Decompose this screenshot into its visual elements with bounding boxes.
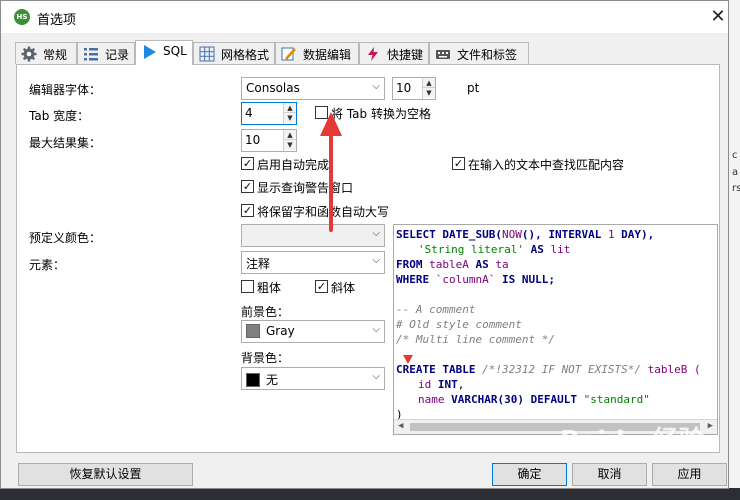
editor-font-value: Consolas: [246, 81, 300, 95]
preview-line: 'String literal' AS lit: [418, 243, 571, 256]
ok-button[interactable]: 确定: [492, 463, 567, 486]
chevron-down-icon: ⌵: [372, 81, 380, 92]
tab-grid-formatting-label: 网格格式: [221, 48, 270, 62]
chevron-down-icon: ⌵: [372, 228, 380, 239]
spin-up-icon[interactable]: ▲: [423, 78, 435, 88]
tab-data-editing[interactable]: 数据编辑: [275, 42, 359, 64]
apply-button[interactable]: 应用: [652, 463, 727, 486]
grid-icon: [199, 46, 215, 62]
tabs-to-spaces-label: 将 Tab 转换为空格: [331, 107, 431, 121]
preview-line: FROM tableA AS ta: [396, 258, 509, 271]
background-value: 无: [266, 373, 279, 387]
background-label: 背景色：: [241, 351, 290, 365]
preview-line: CREATE TABLE /*!32312 IF NOT EXISTS*/ ta…: [396, 363, 701, 376]
preferences-dialog: HS 首选项 ✕ 常规 记录 SQL 网格格式 数据编辑 快捷键 文件和标签 编…: [0, 0, 729, 489]
keyboard-icon: [436, 50, 450, 59]
list-icon: [84, 48, 98, 61]
gear-icon: [21, 46, 37, 62]
tab-sql[interactable]: SQL: [135, 40, 193, 65]
cancel-button[interactable]: 取消: [572, 463, 647, 486]
background-swatch: [246, 373, 260, 387]
predefined-colors-select[interactable]: ⌵: [241, 224, 385, 247]
scroll-left-icon[interactable]: ◀: [398, 421, 403, 431]
editor-font-label: 编辑器字体：: [29, 83, 102, 97]
background-window-strip: c a rs: [728, 0, 740, 500]
element-label: 元素：: [29, 258, 66, 272]
checkbox-box[interactable]: ✓: [241, 157, 254, 170]
tab-general-label: 常规: [43, 48, 68, 62]
predefined-colors-label: 预定义颜色：: [29, 231, 102, 245]
preview-line: name VARCHAR(30) DEFAULT "standard": [418, 393, 650, 406]
preview-line: # Old style comment: [396, 318, 522, 331]
font-size-stepper[interactable]: 10 ▲ ▼: [392, 77, 436, 100]
chevron-down-icon: ⌵: [372, 255, 380, 266]
font-size-value: 10: [396, 81, 412, 95]
spin-down-icon[interactable]: ▼: [284, 113, 296, 123]
tab-data-editing-label: 数据编辑: [303, 48, 352, 62]
foreground-swatch: [246, 324, 260, 338]
tab-logging[interactable]: 记录: [77, 42, 135, 64]
max-results-value: 10: [245, 133, 261, 147]
query-warning-label: 显示查询警告窗口: [257, 181, 354, 195]
tab-width-label: Tab 宽度：: [29, 109, 90, 123]
editor-font-select[interactable]: Consolas ⌵: [241, 77, 385, 100]
checkbox-box[interactable]: [315, 106, 328, 119]
background-color-select[interactable]: 无 ⌵: [241, 367, 385, 390]
foreground-label: 前景色：: [241, 305, 290, 319]
tab-shortcuts[interactable]: 快捷键: [359, 42, 429, 64]
close-button[interactable]: ✕: [707, 6, 729, 28]
preview-line: SELECT DATE_SUB(NOW(), INTERVAL 1 DAY),: [396, 228, 655, 241]
spin-down-icon[interactable]: ▼: [423, 88, 435, 98]
restore-defaults-button[interactable]: 恢复默认设置: [18, 463, 193, 486]
heidisql-app-icon: HS: [14, 9, 30, 25]
bold-label: 粗体: [257, 281, 282, 295]
foreground-color-select[interactable]: Gray ⌵: [241, 320, 385, 343]
tab-width-stepper[interactable]: 4 ▲ ▼: [241, 102, 297, 125]
preview-line: WHERE `columnA` IS NULL;: [396, 273, 555, 286]
edit-icon: [281, 47, 296, 61]
title-bar[interactable]: HS 首选项 ✕: [1, 1, 728, 33]
baidu-watermark: Baidu 经验: [560, 426, 705, 456]
font-size-unit: pt: [467, 81, 480, 95]
tab-width-value: 4: [245, 106, 253, 120]
sql-preview[interactable]: SELECT DATE_SUB(NOW(), INTERVAL 1 DAY), …: [393, 224, 718, 435]
tab-sql-label: SQL: [163, 44, 187, 58]
max-results-stepper[interactable]: 10 ▲ ▼: [241, 129, 297, 152]
background-desktop-strip: [0, 488, 740, 500]
preview-line: /* Multi line comment */: [396, 333, 555, 346]
scroll-right-icon[interactable]: ▶: [708, 421, 713, 431]
tab-grid-formatting[interactable]: 网格格式: [193, 42, 275, 64]
autocomplete-label: 启用自动完成: [257, 158, 330, 172]
uppercase-label: 将保留字和函数自动大写: [257, 205, 390, 219]
tab-files-and-tabs[interactable]: 文件和标签: [429, 42, 529, 64]
checkbox-box[interactable]: [241, 280, 254, 293]
foreground-value: Gray: [266, 324, 295, 338]
max-results-label: 最大结果集：: [29, 136, 102, 150]
preview-line: -- A comment: [396, 303, 476, 316]
find-matching-label: 在输入的文本中查找匹配内容: [468, 158, 625, 172]
lightning-icon: [368, 47, 378, 61]
tab-logging-label: 记录: [105, 48, 130, 62]
window-title: 首选项: [37, 13, 77, 28]
spin-down-icon[interactable]: ▼: [284, 140, 296, 150]
tab-files-and-tabs-label: 文件和标签: [457, 48, 518, 62]
element-value: 注释: [246, 257, 271, 271]
spin-up-icon[interactable]: ▲: [284, 130, 296, 140]
checkbox-box[interactable]: ✓: [241, 204, 254, 217]
italic-label: 斜体: [331, 281, 356, 295]
play-icon: [144, 45, 156, 59]
element-select[interactable]: 注释 ⌵: [241, 251, 385, 274]
chevron-down-icon: ⌵: [372, 371, 380, 382]
checkbox-box[interactable]: ✓: [241, 180, 254, 193]
chevron-down-icon: ⌵: [372, 324, 380, 335]
checkbox-box[interactable]: ✓: [452, 157, 465, 170]
checkbox-box[interactable]: ✓: [315, 280, 328, 293]
preview-line: id INT,: [418, 378, 465, 391]
tab-general[interactable]: 常规: [15, 42, 77, 64]
spin-up-icon[interactable]: ▲: [284, 103, 296, 113]
tab-shortcuts-label: 快捷键: [387, 48, 424, 62]
error-marker-icon: [403, 355, 413, 364]
